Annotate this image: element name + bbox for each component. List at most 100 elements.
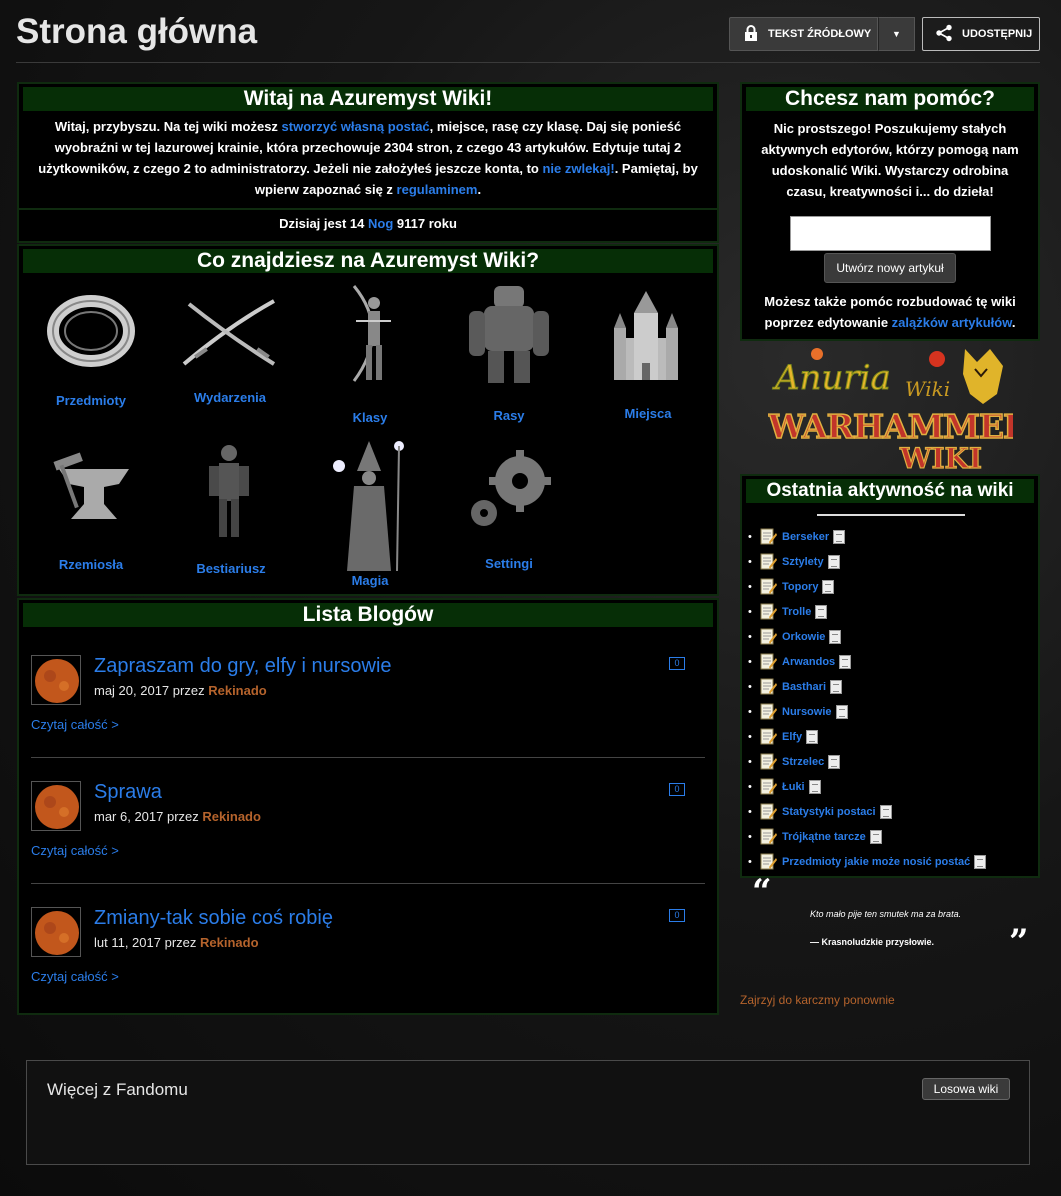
blog-meta: maj 20, 2017 przez Rekinado <box>94 683 267 698</box>
page-icon[interactable] <box>879 804 892 819</box>
anvil-image[interactable] <box>34 449 154 529</box>
page-icon[interactable] <box>806 729 819 744</box>
rules-link[interactable]: regulaminem <box>397 182 478 197</box>
create-article-button[interactable]: Utwórz nowy artykuł <box>824 253 956 283</box>
ring-image[interactable] <box>31 291 151 371</box>
quote-text: Kto mało pije ten smutek ma za brata. <box>810 909 962 919</box>
blog-title[interactable]: Sprawa <box>94 781 162 804</box>
page-icon[interactable] <box>829 629 842 644</box>
month-link[interactable]: Nog <box>368 216 393 231</box>
page-icon[interactable] <box>869 829 882 844</box>
read-more-link[interactable]: Czytaj całość > <box>31 843 119 858</box>
activity-link[interactable]: Nursowie <box>782 706 832 718</box>
blog-avatar[interactable] <box>31 781 81 831</box>
category-settingi[interactable]: Settingi <box>444 556 574 571</box>
blog-author-link[interactable]: Rekinado <box>200 935 259 950</box>
category-miejsca[interactable]: Miejsca <box>583 406 713 421</box>
blog-by: przez <box>164 935 197 950</box>
help-text: Nic prostszego! Poszukujemy stałych akty… <box>761 121 1019 199</box>
blog-author-link[interactable]: Rekinado <box>202 809 261 824</box>
page-icon[interactable] <box>835 704 848 719</box>
gears-image[interactable] <box>449 448 569 533</box>
edit-page-icon <box>760 603 777 621</box>
page-icon[interactable] <box>830 679 843 694</box>
page-icon[interactable] <box>827 554 840 569</box>
karma-link[interactable]: Zajrzyj do karczmy ponownie <box>740 993 895 1007</box>
comment-count[interactable]: 0 <box>669 909 685 922</box>
activity-link[interactable]: Basthari <box>782 681 826 693</box>
activity-item: Basthari <box>748 674 986 699</box>
dont-wait-link[interactable]: nie zwlekaj! <box>542 161 614 176</box>
activity-link[interactable]: Trójkątne tarcze <box>782 831 866 843</box>
anuria-wiki-logo[interactable]: Anuria Wiki <box>765 344 1010 406</box>
assassin-image[interactable] <box>169 441 289 541</box>
wizard-image[interactable] <box>309 436 429 576</box>
activity-link[interactable]: Statystyki postaci <box>782 806 876 818</box>
blog-title[interactable]: Zapraszam do gry, elfy i nursowie <box>94 655 392 678</box>
create-character-link[interactable]: stworzyć własną postać <box>282 119 430 134</box>
activity-item: Przedmioty jakie może nosić postać <box>748 849 987 874</box>
category-rasy[interactable]: Rasy <box>444 408 574 423</box>
castle-image[interactable] <box>586 288 706 383</box>
category-bestiariusz[interactable]: Bestiariusz <box>166 561 296 576</box>
categories-title: Co znajdziesz na Azuremyst Wiki? <box>23 249 713 273</box>
activity-title: Ostatnia aktywność na wiki <box>746 479 1034 503</box>
read-more-link[interactable]: Czytaj całość > <box>31 717 119 732</box>
archer-image[interactable] <box>311 281 431 386</box>
activity-item: Trolle <box>748 599 986 624</box>
page-icon[interactable] <box>974 854 987 869</box>
edit-page-icon <box>760 853 777 871</box>
activity-link[interactable]: Strzelec <box>782 756 824 768</box>
quote-author: — Krasnoludzkie przysłowie. <box>810 937 935 947</box>
category-magia[interactable]: Magia <box>305 573 435 588</box>
blog-divider <box>31 883 705 884</box>
page-icon[interactable] <box>808 779 821 794</box>
blog-title[interactable]: Zmiany-tak sobie coś robię <box>94 907 333 930</box>
activity-link[interactable]: Trolle <box>782 606 811 618</box>
activity-item: Arwandos <box>748 649 986 674</box>
golem-image[interactable] <box>449 281 569 386</box>
share-icon <box>935 24 953 45</box>
category-przedmioty[interactable]: Przedmioty <box>26 393 156 408</box>
random-wiki-button[interactable]: Losowa wiki <box>922 1078 1010 1100</box>
activity-link[interactable]: Orkowie <box>782 631 825 643</box>
share-button[interactable]: UDOSTĘPNIJ <box>922 17 1040 51</box>
activity-link[interactable]: Arwandos <box>782 656 835 668</box>
page-icon[interactable] <box>822 579 835 594</box>
activity-link[interactable]: Topory <box>782 581 818 593</box>
activity-link[interactable]: Sztylety <box>782 556 824 568</box>
article-title-input[interactable] <box>790 216 991 251</box>
lock-icon <box>744 24 758 44</box>
blog-author-link[interactable]: Rekinado <box>208 683 267 698</box>
activity-item: Elfy <box>748 724 986 749</box>
page-icon[interactable] <box>839 654 852 669</box>
activity-link[interactable]: Łuki <box>782 781 805 793</box>
blog-avatar[interactable] <box>31 907 81 957</box>
read-more-link[interactable]: Czytaj całość > <box>31 969 119 984</box>
header-divider <box>16 62 1040 63</box>
activity-item: Strzelec <box>748 749 986 774</box>
stubs-link[interactable]: zalążków artykułów <box>892 315 1012 330</box>
blog-avatar[interactable] <box>31 655 81 705</box>
swords-image[interactable] <box>169 296 289 371</box>
source-button[interactable]: TEKST ŹRÓDŁOWY <box>729 17 878 51</box>
activity-link[interactable]: Elfy <box>782 731 802 743</box>
page-icon[interactable] <box>828 754 841 769</box>
activity-link[interactable]: Przedmioty jakie może nosić postać <box>782 856 970 868</box>
category-wydarzenia[interactable]: Wydarzenia <box>165 390 295 405</box>
comment-count[interactable]: 0 <box>669 657 685 670</box>
blog-by: przez <box>167 809 199 824</box>
page-icon[interactable] <box>815 604 828 619</box>
source-dropdown-button[interactable]: ▼ <box>878 17 915 51</box>
page-icon[interactable] <box>833 529 846 544</box>
activity-item: Topory <box>748 574 986 599</box>
help-title: Chcesz nam pomóc? <box>746 87 1034 111</box>
blog-date: maj 20, 2017 <box>94 683 170 698</box>
warhammer-wiki-logo[interactable]: WARHAMMER WIKI <box>766 406 1032 475</box>
comment-count[interactable]: 0 <box>669 783 685 796</box>
blog-by: przez <box>172 683 205 698</box>
quote-close-mark: ” <box>1009 922 1029 962</box>
activity-link[interactable]: Berseker <box>782 531 829 543</box>
category-klasy[interactable]: Klasy <box>305 410 435 425</box>
category-rzemiosla[interactable]: Rzemiosła <box>26 557 156 572</box>
